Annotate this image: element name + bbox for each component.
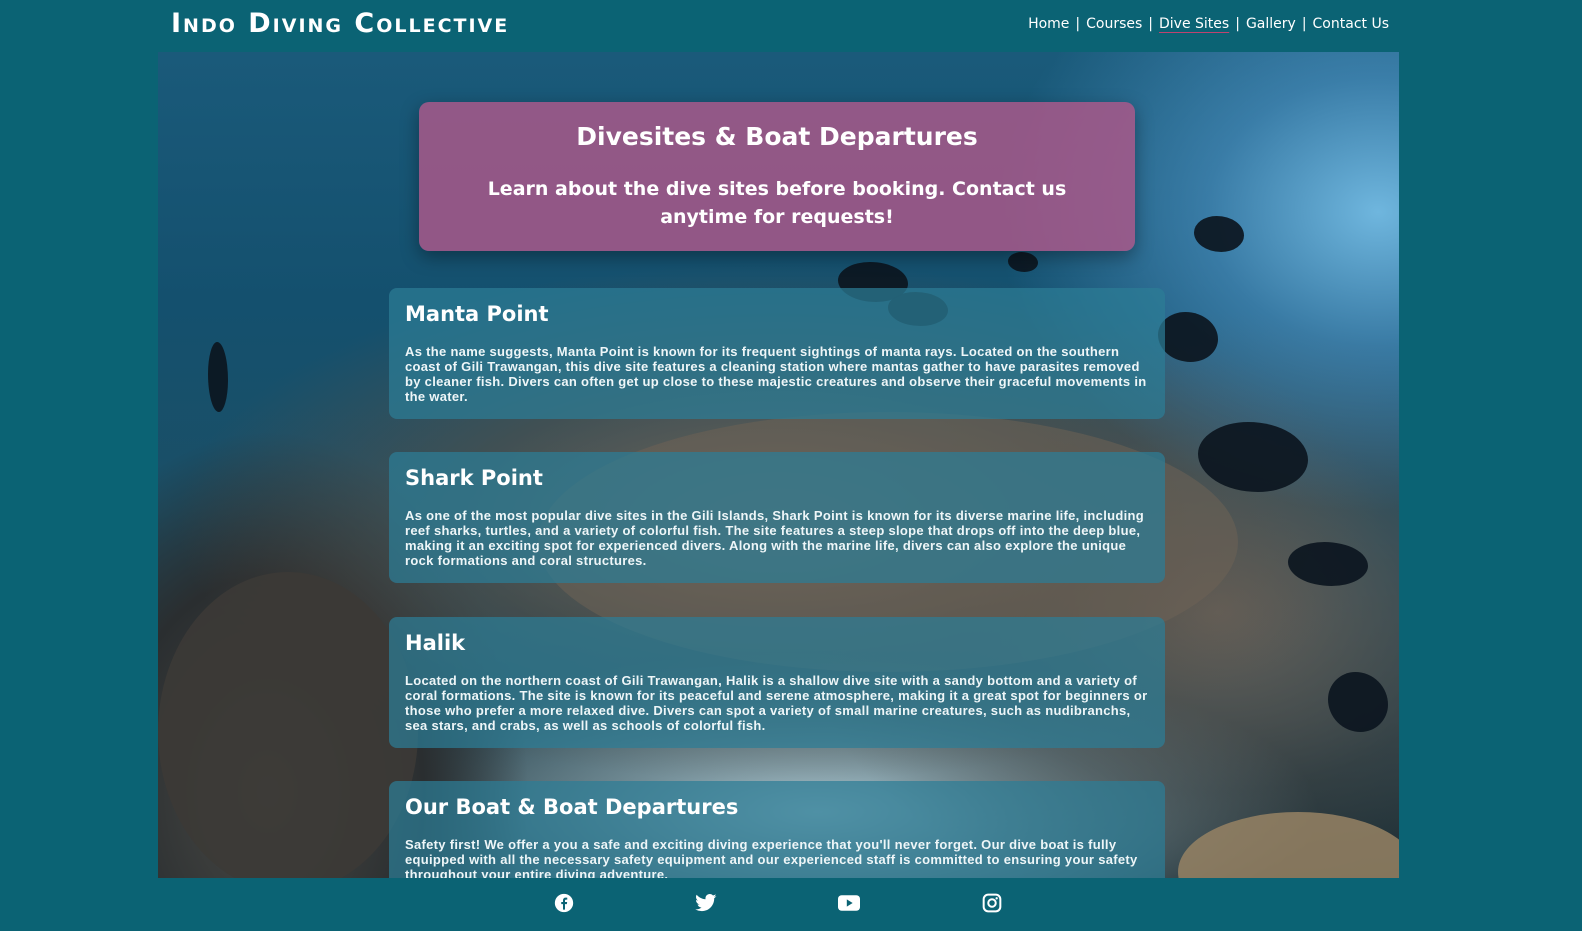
dive-site-description: As the name suggests, Manta Point is kno… — [405, 344, 1147, 404]
nav-home[interactable]: Home — [1025, 16, 1072, 32]
nav-separator: | — [1075, 16, 1081, 32]
page-banner: Divesites & Boat Departures Learn about … — [419, 102, 1135, 251]
nav-dive-sites[interactable]: Dive Sites — [1156, 16, 1232, 32]
fish-silhouette — [208, 342, 228, 412]
dive-site-title: Shark Point — [405, 466, 543, 490]
nav-gallery[interactable]: Gallery — [1243, 16, 1299, 32]
site-header: Indo Diving Collective Home | Courses | … — [0, 0, 1582, 52]
fish-silhouette — [1328, 672, 1388, 732]
instagram-icon[interactable] — [981, 892, 1003, 914]
coral-reef — [1178, 812, 1399, 886]
page-title: Divesites & Boat Departures — [576, 122, 978, 151]
fish-silhouette — [1194, 216, 1244, 252]
boat-departures-title: Our Boat & Boat Departures — [405, 795, 739, 819]
nav-separator: | — [1301, 16, 1307, 32]
dive-site-title: Halik — [405, 631, 466, 655]
nav-separator: | — [1148, 16, 1154, 32]
page-subtitle: Learn about the dive sites before bookin… — [487, 178, 1067, 228]
facebook-icon[interactable] — [553, 892, 575, 914]
dive-site-card: Manta Point As the name suggests, Manta … — [389, 288, 1165, 419]
fish-silhouette — [1008, 252, 1038, 272]
fish-silhouette — [1288, 542, 1368, 586]
coral-reef — [158, 572, 418, 886]
site-footer — [0, 878, 1582, 931]
youtube-icon[interactable] — [838, 892, 860, 914]
dive-site-description: Located on the northern coast of Gili Tr… — [405, 673, 1148, 733]
twitter-icon[interactable] — [695, 892, 717, 914]
fish-silhouette — [1198, 422, 1308, 492]
site-logo[interactable]: Indo Diving Collective — [171, 8, 509, 39]
boat-departures-card: Our Boat & Boat Departures Safety first!… — [389, 781, 1165, 878]
nav-courses[interactable]: Courses — [1083, 16, 1145, 32]
boat-departures-description: Safety first! We offer a you a safe and … — [405, 837, 1138, 878]
dive-site-description: As one of the most popular dive sites in… — [405, 508, 1144, 568]
fish-silhouette — [1158, 312, 1218, 362]
dive-site-title: Manta Point — [405, 302, 549, 326]
nav-separator: | — [1235, 16, 1240, 32]
dive-site-card: Shark Point As one of the most popular d… — [389, 452, 1165, 583]
dive-site-card: Halik Located on the northern coast of G… — [389, 617, 1165, 748]
main-nav: Home | Courses | Dive Sites | Gallery | … — [1025, 16, 1392, 32]
nav-contact-us[interactable]: Contact Us — [1310, 16, 1392, 32]
